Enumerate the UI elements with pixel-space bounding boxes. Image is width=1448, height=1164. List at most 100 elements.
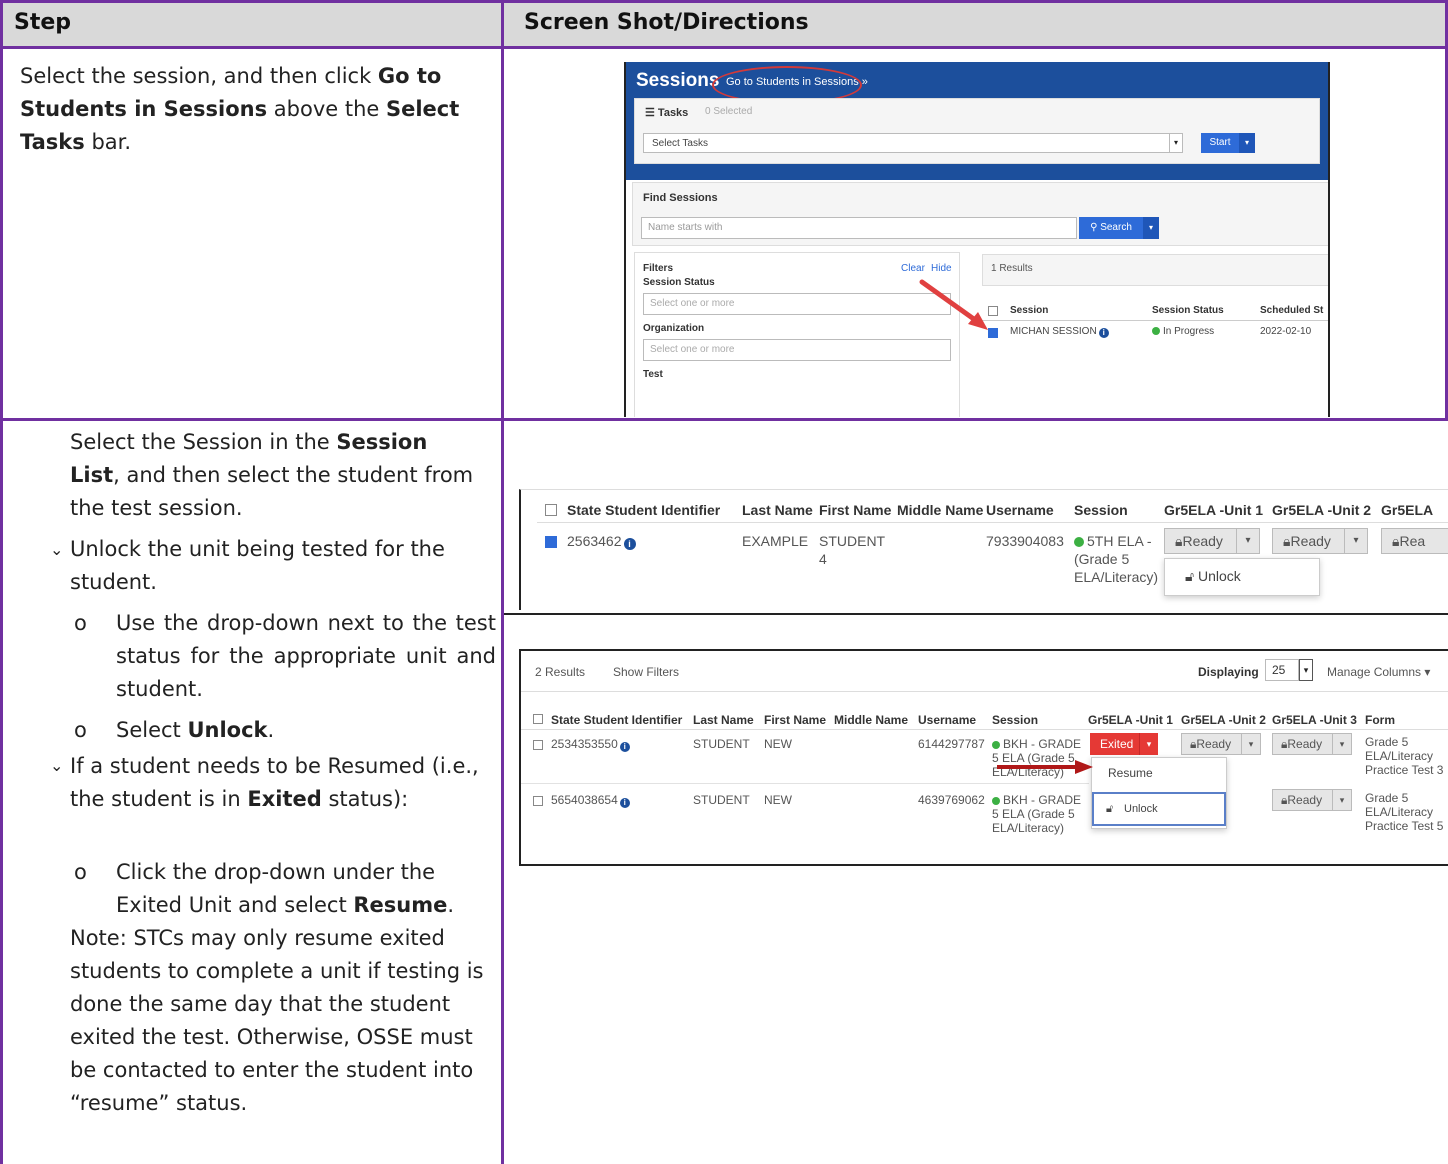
clear-filters-link[interactable]: Clear bbox=[901, 263, 925, 274]
student-checkbox[interactable] bbox=[545, 536, 557, 548]
col-unit-2: Gr5ELA -Unit 2 bbox=[1272, 502, 1372, 518]
search-icon: ⚲ bbox=[1090, 222, 1101, 233]
sub-2-glyph: o bbox=[74, 718, 87, 742]
col-username: Username bbox=[918, 713, 977, 727]
chevron-down-icon[interactable]: ▾ bbox=[1332, 734, 1351, 754]
results-count: 1 Results bbox=[991, 263, 1033, 274]
info-icon: i bbox=[619, 798, 630, 808]
col-unit-1: Gr5ELA -Unit 1 bbox=[1164, 502, 1264, 518]
chevron-down-icon[interactable]: ▾ bbox=[1241, 734, 1260, 754]
table-border-middle bbox=[501, 0, 504, 1164]
row-1-last-name: STUDENT bbox=[693, 737, 750, 751]
row-1-first-name: NEW bbox=[764, 737, 792, 751]
col-session: Session bbox=[1074, 502, 1128, 518]
col-session: Session bbox=[1010, 305, 1049, 316]
chevron-down-icon[interactable]: ▾ bbox=[1299, 659, 1313, 681]
chevron-down-icon[interactable]: ▾ bbox=[1139, 733, 1158, 755]
row-2-form: Grade 5 ELA/Literacy Practice Test 5 bbox=[1365, 791, 1444, 833]
unit-1-ready-button[interactable]: 🔒︎Ready ▾ bbox=[1164, 528, 1260, 554]
status-dot-icon bbox=[992, 741, 1000, 749]
organization-select[interactable]: Select one or more bbox=[643, 339, 951, 361]
col-unit-3: Gr5ELA bbox=[1381, 502, 1434, 518]
banner-fold bbox=[1310, 162, 1328, 180]
row-1-exited-button[interactable]: Exited ▾ bbox=[1090, 733, 1158, 755]
row-1-checkbox[interactable] bbox=[533, 740, 543, 750]
row-scheduled-date: 2022-02-10 bbox=[1260, 326, 1312, 337]
col-middle-name: Middle Name bbox=[834, 713, 909, 727]
select-tasks-dropdown[interactable]: Select Tasks bbox=[643, 133, 1183, 153]
row-2-unit-3-ready[interactable]: 🔒︎Ready ▾ bbox=[1272, 789, 1352, 811]
chevron-down-icon[interactable]: ▾ bbox=[1236, 529, 1259, 553]
filters-panel: Filters Clear Hide Session Status Select… bbox=[634, 252, 960, 417]
student-username: 7933904083 bbox=[986, 533, 1064, 549]
lock-icon: 🔒︎ bbox=[1190, 737, 1197, 751]
col-middle-name: Middle Name bbox=[897, 502, 984, 518]
row-1-form: Grade 5 ELA/Literacy Practice Test 3 bbox=[1365, 735, 1444, 777]
lock-icon: 🔒︎ bbox=[1175, 533, 1183, 549]
search-dropdown-icon[interactable]: ▾ bbox=[1143, 217, 1159, 239]
col-username: Username bbox=[986, 502, 1054, 518]
show-filters-link[interactable]: Show Filters bbox=[613, 665, 679, 679]
start-button[interactable]: Start bbox=[1201, 133, 1239, 153]
chevron-down-icon[interactable]: ▾ bbox=[1169, 133, 1183, 153]
chevron-down-icon[interactable]: ▾ bbox=[1344, 529, 1367, 553]
student-ssid: 2563462 i bbox=[567, 532, 636, 550]
row-2-checkbox[interactable] bbox=[533, 796, 543, 806]
results-count: 2 Results bbox=[535, 665, 586, 679]
screenshot-unlock: State Student Identifier Last Name First… bbox=[519, 489, 1448, 610]
status-dot-icon bbox=[1152, 327, 1160, 335]
select-all-checkbox[interactable] bbox=[545, 504, 557, 516]
row-divider bbox=[521, 783, 1089, 784]
manage-columns-menu[interactable]: Manage Columns ▾ bbox=[1327, 665, 1430, 679]
row1-step-text: Select the session, and then click Go to… bbox=[20, 64, 460, 154]
per-page-select[interactable]: 25 bbox=[1265, 659, 1299, 681]
col-session: Session bbox=[992, 713, 1039, 727]
select-all-checkbox[interactable] bbox=[533, 714, 543, 724]
unit-2-ready-button[interactable]: 🔒︎Ready ▾ bbox=[1272, 528, 1368, 554]
unlock-icon: 🔓︎ bbox=[1185, 568, 1198, 584]
row-1-ssid: 2534353550 i bbox=[551, 737, 630, 752]
student-last-name: EXAMPLE bbox=[742, 533, 809, 549]
unlock-menu-item[interactable]: 🔓︎ Unlock bbox=[1092, 792, 1226, 826]
table-border-row1 bbox=[0, 418, 1448, 421]
lock-icon: 🔒︎ bbox=[1283, 533, 1291, 549]
unit-3-ready-button[interactable]: 🔒︎Rea bbox=[1381, 528, 1448, 554]
col-unit-2: Gr5ELA -Unit 2 bbox=[1181, 713, 1266, 727]
session-status-label: Session Status bbox=[643, 277, 715, 288]
unlock-menu-item[interactable]: 🔓︎ Unlock bbox=[1185, 568, 1241, 585]
row-2-first-name: NEW bbox=[764, 793, 792, 807]
hide-filters-link[interactable]: Hide bbox=[931, 263, 952, 274]
info-icon: i bbox=[619, 742, 630, 752]
screenshot-sessions: Sessions Go to Students in Sessions » ☰ … bbox=[624, 62, 1330, 417]
session-status-select[interactable]: Select one or more bbox=[643, 293, 951, 315]
screenshot-resume: 2 Results Show Filters Displaying 25 ▾ M… bbox=[519, 649, 1448, 866]
row-1-unit-3-ready[interactable]: 🔒︎Ready ▾ bbox=[1272, 733, 1352, 755]
col-first-name: First Name bbox=[764, 713, 827, 727]
student-first-name: STUDENT 4 bbox=[819, 533, 886, 567]
col-ssid: State Student Identifier bbox=[567, 502, 721, 518]
table-border-left bbox=[0, 0, 3, 1164]
lock-icon: 🔒︎ bbox=[1392, 533, 1400, 549]
bullet-1-text: Unlock the unit being tested for the stu… bbox=[70, 537, 445, 594]
find-sessions-title: Find Sessions bbox=[643, 192, 718, 204]
row-1-unit-2-ready[interactable]: 🔒︎Ready ▾ bbox=[1181, 733, 1261, 755]
test-label: Test bbox=[643, 369, 663, 380]
tasks-selected-count: 0 Selected bbox=[705, 106, 753, 117]
exited-dropdown-menu: Resume 🔓︎ Unlock bbox=[1091, 757, 1227, 829]
lock-icon: 🔒︎ bbox=[1281, 793, 1288, 807]
resume-menu-item[interactable]: Resume bbox=[1108, 766, 1153, 780]
search-button[interactable]: ⚲ Search bbox=[1079, 217, 1143, 239]
col-form: Form bbox=[1365, 713, 1395, 727]
bullet-1-glyph: ⌄ bbox=[50, 540, 64, 559]
caret-icon: ▾ bbox=[1421, 665, 1431, 679]
header-divider bbox=[521, 729, 1448, 730]
col-unit-1: Gr5ELA -Unit 1 bbox=[1088, 713, 1173, 727]
unlock-icon: 🔓︎ bbox=[1106, 803, 1114, 815]
start-dropdown-icon[interactable]: ▾ bbox=[1239, 133, 1255, 153]
table-border-top bbox=[0, 0, 1448, 3]
chevron-down-icon[interactable]: ▾ bbox=[1332, 790, 1351, 810]
status-dot-icon bbox=[992, 797, 1000, 805]
document-page: Step Screen Shot/Directions Select the s… bbox=[0, 0, 1448, 1164]
red-arrow-icon bbox=[997, 760, 1093, 774]
name-search-input[interactable]: Name starts with bbox=[641, 217, 1077, 239]
